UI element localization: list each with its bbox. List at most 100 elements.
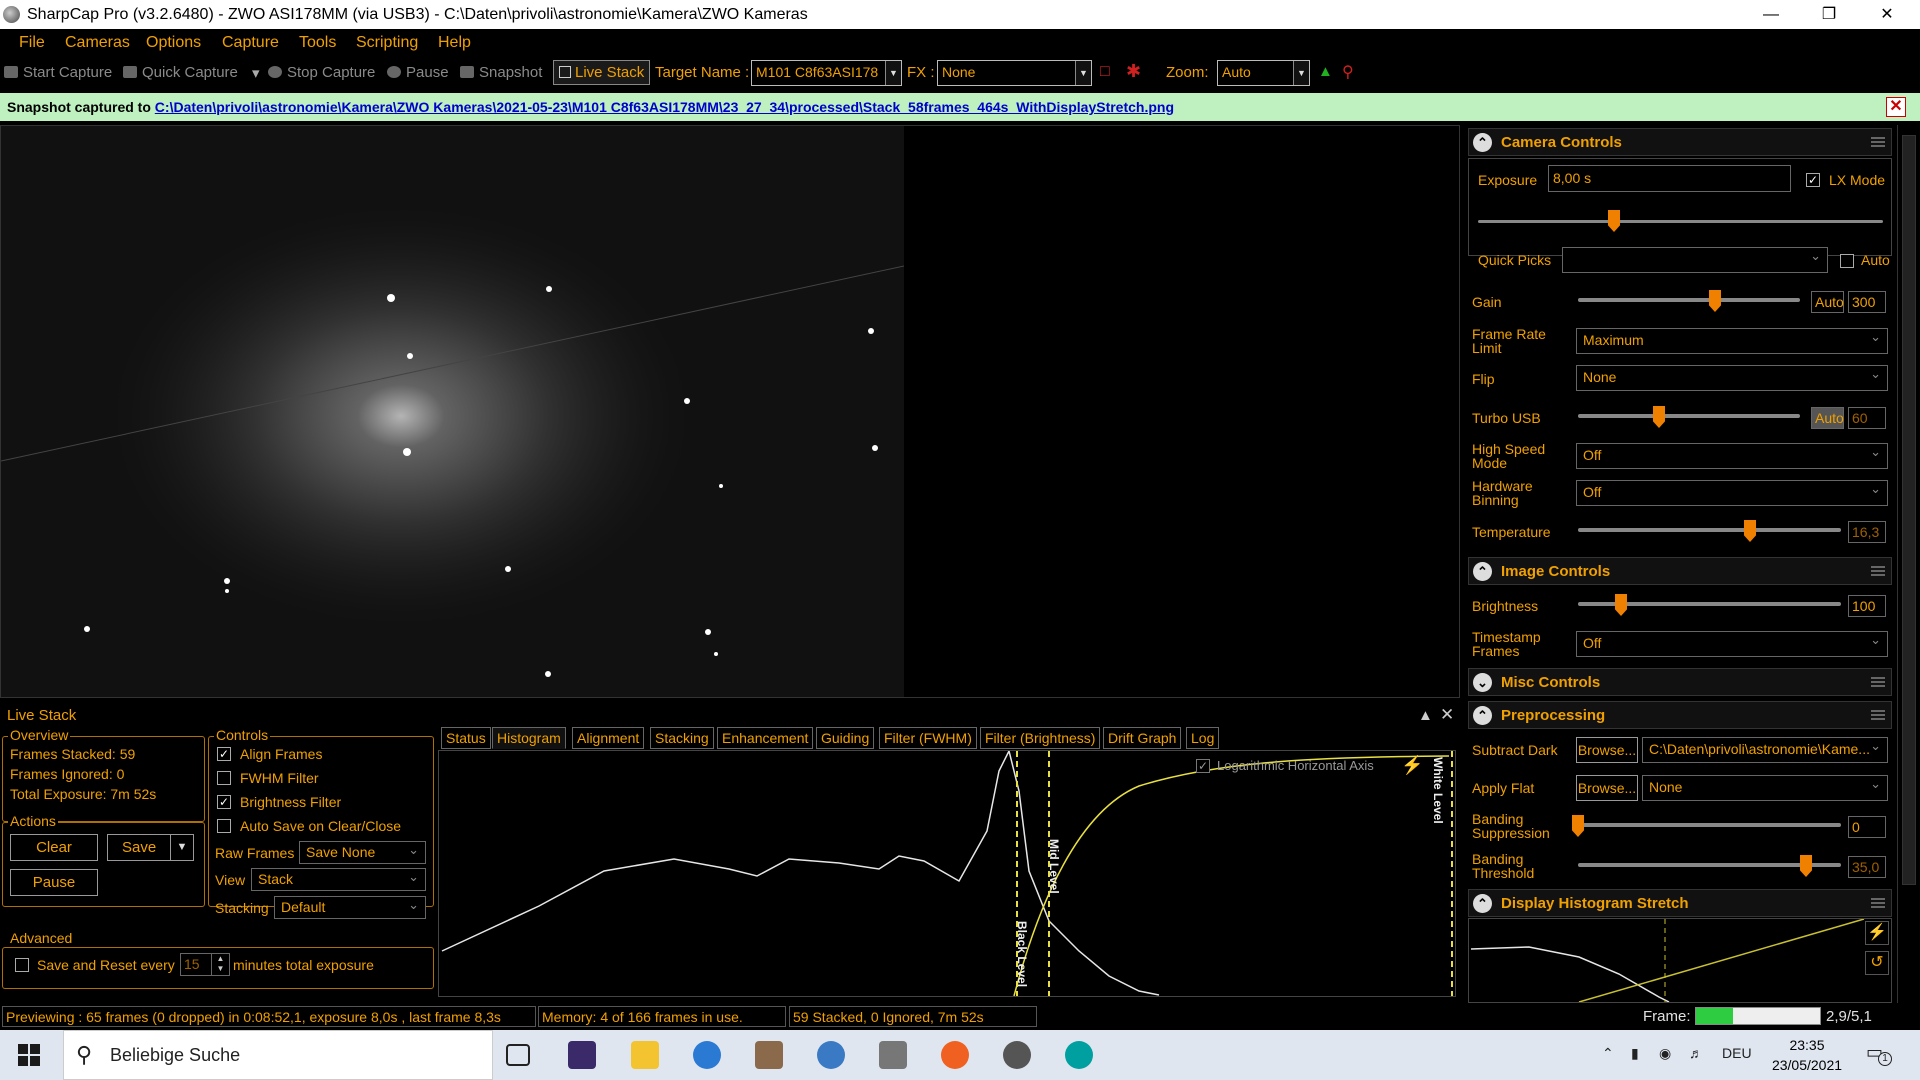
tab-drift-graph[interactable]: Drift Graph [1103,727,1182,749]
gain-slider[interactable] [1578,298,1800,302]
save-button[interactable]: Save ▼ [107,834,194,861]
image-controls-header[interactable]: ⌃ Image Controls [1468,557,1892,585]
lightning-icon[interactable]: ⚡ [1865,921,1889,945]
battery-icon[interactable]: ▮ [1631,1045,1639,1062]
browse-dark-button[interactable]: Browse... [1576,737,1638,763]
menu-icon[interactable] [1871,710,1885,720]
volume-icon[interactable]: ♬ [1689,1045,1703,1061]
menu-help[interactable]: Help [438,34,471,52]
stop-capture-button[interactable]: Stop Capture [268,64,375,81]
collapse-icon[interactable]: ⌃ [1473,894,1492,913]
gain-auto-button[interactable]: Auto [1811,291,1844,313]
exposure-slider[interactable] [1478,220,1883,223]
pin-icon[interactable]: ▲ [1418,707,1433,724]
raw-frames-dropdown[interactable]: Save None [299,841,426,864]
quick-capture-button[interactable]: Quick Capture [123,64,238,81]
live-stack-button[interactable]: Live Stack [553,60,651,85]
notification-center-icon[interactable]: ▭ 1 [1866,1042,1892,1066]
menu-tools[interactable]: Tools [299,34,336,52]
display-stretch-header[interactable]: ⌃ Display Histogram Stretch [1468,889,1892,917]
language-indicator[interactable]: DEU [1722,1045,1752,1061]
stellarium-icon[interactable] [568,1041,596,1069]
start-capture-button[interactable]: Start Capture [4,64,112,81]
reticle-icon[interactable]: □ [1100,63,1110,81]
menu-options[interactable]: Options [146,34,201,52]
exposure-input[interactable]: 8,00 s [1548,165,1791,192]
tab-alignment[interactable]: Alignment [572,727,645,749]
tab-filter-brightness[interactable]: Filter (Brightness) [980,727,1101,749]
close-icon[interactable]: ✕ [1440,705,1454,725]
tab-guiding[interactable]: Guiding [816,727,875,749]
save-reset-checkbox[interactable] [15,958,29,972]
arduino-icon[interactable] [1065,1041,1093,1069]
close-window-icon[interactable]: ✕ [1858,0,1916,29]
collapse-icon[interactable]: ⌃ [1473,562,1492,581]
log-axis-checkbox[interactable]: ✓ [1196,759,1210,773]
quick-picks-auto-checkbox[interactable] [1840,254,1854,268]
fx-combo[interactable]: None ▼ [937,60,1092,86]
tab-stacking[interactable]: Stacking [650,727,714,749]
pause-stack-button[interactable]: Pause [10,869,98,896]
zoom-icon[interactable]: ⚲ [1342,62,1354,82]
high-speed-mode-dropdown[interactable]: Off [1576,443,1888,469]
spin-arrows-icon[interactable]: ▲ ▼ [211,954,229,975]
snapshot-button[interactable]: Snapshot [460,64,542,81]
flat-frame-dropdown[interactable]: None [1642,775,1888,801]
minutes-stepper[interactable]: 15 ▲ ▼ [180,953,230,976]
brightness-slider-thumb[interactable] [1615,594,1627,616]
menu-icon[interactable] [1871,137,1885,147]
frame-rate-dropdown[interactable]: Maximum [1576,328,1888,354]
collapse-icon[interactable]: ⌃ [1473,133,1492,152]
collapse-icon[interactable]: ⌃ [1473,706,1492,725]
turbo-usb-slider-thumb[interactable] [1653,406,1665,428]
menu-icon[interactable] [1871,566,1885,576]
banding-suppression-value[interactable]: 0 [1848,816,1886,838]
minimize-icon[interactable]: — [1742,0,1800,29]
align-frames-checkbox[interactable]: ✓ [217,747,231,761]
fwhm-filter-checkbox[interactable] [217,771,231,785]
expand-icon[interactable]: ⌄ [1473,673,1492,692]
timestamp-dropdown[interactable]: Off [1576,631,1888,657]
stacking-dropdown[interactable]: Default [274,896,426,919]
menu-file[interactable]: File [19,34,45,52]
view-dropdown[interactable]: Stack [251,868,426,891]
banding-suppression-thumb[interactable] [1572,815,1584,837]
target-name-combo[interactable]: M101 C8f63ASI178 ▼ [751,60,902,86]
scrollbar-thumb[interactable] [1902,135,1916,885]
banding-threshold-value[interactable]: 35,0 [1848,856,1886,878]
crosshair-icon[interactable]: ✱ [1126,61,1141,82]
turbo-usb-auto-button[interactable]: Auto [1811,407,1844,429]
gain-slider-thumb[interactable] [1709,290,1721,312]
tab-status[interactable]: Status [441,727,491,749]
windows-start-icon[interactable] [18,1044,40,1066]
menu-capture[interactable]: Capture [222,34,279,52]
firefox-icon[interactable] [941,1041,969,1069]
taskbar-search[interactable]: ⚲ Beliebige Suche [63,1030,493,1080]
panel-scrollbar[interactable] [1897,125,1920,1003]
chevron-up-icon[interactable]: ⌃ [1602,1045,1614,1062]
camera-controls-header[interactable]: ⌃ Camera Controls [1468,128,1892,156]
edge-legacy-icon[interactable] [693,1041,721,1069]
menu-icon[interactable] [1871,677,1885,687]
network-icon[interactable]: ◉ [1659,1045,1671,1062]
notification-file-link[interactable]: Stack_58frames_464s_WithDisplayStretch.p… [863,99,1174,115]
reset-icon[interactable]: ↺ [1865,951,1889,975]
clear-button[interactable]: Clear [10,834,98,861]
image-viewer[interactable] [0,125,1460,769]
gimp-icon[interactable] [879,1041,907,1069]
misc-controls-header[interactable]: ⌄ Misc Controls [1468,668,1892,696]
zoom-combo[interactable]: Auto ▼ [1217,60,1310,86]
brightness-value[interactable]: 100 [1848,595,1886,617]
tab-log[interactable]: Log [1186,727,1220,749]
menu-icon[interactable] [1871,898,1885,908]
sharpcap-task-icon[interactable] [1003,1041,1031,1069]
browse-flat-button[interactable]: Browse... [1576,775,1638,801]
tab-filter-fwhm[interactable]: Filter (FWHM) [879,727,977,749]
clock[interactable]: 23:35 23/05/2021 [1762,1035,1852,1075]
turbo-usb-value[interactable]: 60 [1848,407,1886,429]
chevron-down-icon[interactable]: ▼ [170,835,193,860]
quick-capture-dropdown-icon[interactable]: ▾ [252,64,260,82]
menu-scripting[interactable]: Scripting [356,34,418,52]
brightness-filter-checkbox[interactable]: ✓ [217,795,231,809]
archive-tool-icon[interactable] [755,1041,783,1069]
